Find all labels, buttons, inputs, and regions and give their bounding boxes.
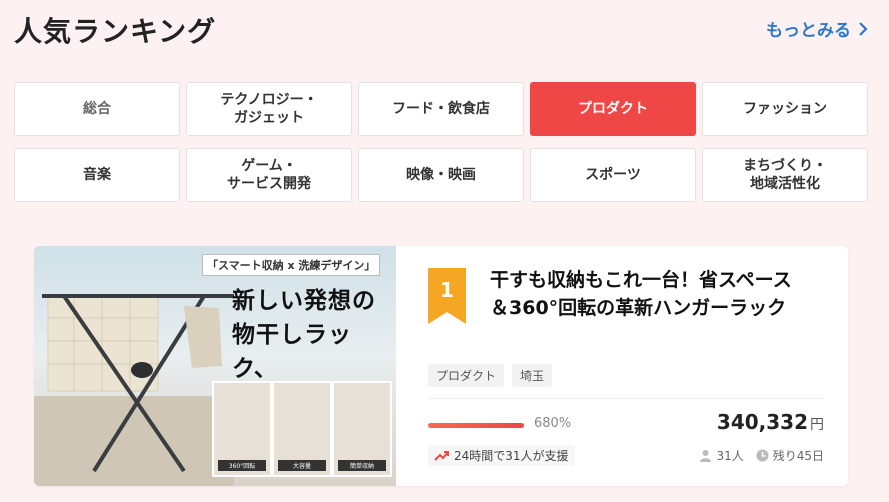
- amount-currency: 円: [810, 417, 824, 433]
- category-tab-overall[interactable]: 総合: [14, 82, 180, 136]
- clock-icon: [756, 449, 769, 462]
- divider: [428, 398, 824, 399]
- image-tagline: 「スマート収納 x 洗練デザイン」: [202, 254, 381, 276]
- tag-category[interactable]: プロダクト: [428, 364, 505, 387]
- funding-amount: 340,332 円: [717, 410, 824, 434]
- funding-percent: 680%: [534, 416, 572, 431]
- trending-text: 24時間で31人が支援: [454, 449, 569, 463]
- project-thumbnail[interactable]: 「スマート収納 x 洗練デザイン」 新しい発想の 物干しラック、 ついに登場！ …: [34, 246, 396, 486]
- category-tab-film[interactable]: 映像・映画: [358, 148, 524, 202]
- project-meta: 31人 残り45日: [699, 447, 824, 464]
- category-tab-music[interactable]: 音楽: [14, 148, 180, 202]
- trending-up-icon: [434, 450, 449, 461]
- see-more-label: もっとみる: [766, 21, 851, 41]
- feature-photo: 簡単収納: [332, 381, 392, 477]
- chevron-right-icon: [859, 21, 868, 36]
- rank-number: 1: [440, 278, 454, 302]
- feature-caption: 大容量: [278, 460, 326, 471]
- category-tab-community[interactable]: まちづくり・ 地域活性化: [702, 148, 868, 202]
- category-tab-sports[interactable]: スポーツ: [530, 148, 696, 202]
- category-grid: 総合 テクノロジー・ ガジェット フード・飲食店 プロダクト ファッション 音楽…: [14, 82, 869, 202]
- days-remaining-label: 残り45日: [772, 449, 824, 463]
- person-icon: [700, 450, 712, 462]
- feature-caption: 360°回転: [218, 460, 266, 471]
- category-tab-fashion[interactable]: ファッション: [702, 82, 868, 136]
- project-title[interactable]: 干すも収納もこれ一台！省スペース ＆360°回転の革新ハンガーラック: [490, 266, 824, 322]
- feature-photo: 360°回転: [212, 381, 272, 477]
- supporters-count: 31人: [699, 447, 744, 464]
- days-remaining: 残り45日: [756, 447, 824, 464]
- feature-photo: 大容量: [272, 381, 332, 477]
- trending-badge: 24時間で31人が支援: [428, 445, 575, 466]
- tag-location[interactable]: 埼玉: [512, 364, 553, 387]
- see-more-link[interactable]: もっとみる: [766, 16, 869, 41]
- category-tab-technology[interactable]: テクノロジー・ ガジェット: [186, 82, 352, 136]
- section-header: 人気ランキング もっとみる: [14, 10, 869, 48]
- project-info: 1 干すも収納もこれ一台！省スペース ＆360°回転の革新ハンガーラック プロダ…: [428, 246, 824, 486]
- project-card[interactable]: 「スマート収納 x 洗練デザイン」 新しい発想の 物干しラック、 ついに登場！ …: [34, 246, 848, 486]
- amount-value: 340,332: [716, 410, 808, 434]
- category-tab-food[interactable]: フード・飲食店: [358, 82, 524, 136]
- funding-progress-bar: [428, 423, 524, 428]
- feature-caption: 簡単収納: [338, 460, 386, 471]
- category-tab-games[interactable]: ゲーム・ サービス開発: [186, 148, 352, 202]
- rank-badge: 1: [428, 268, 466, 324]
- supporters-label: 31人: [716, 449, 744, 463]
- category-tab-product[interactable]: プロダクト: [530, 82, 696, 136]
- section-title: 人気ランキング: [14, 15, 217, 48]
- funding-progress-fill: [428, 423, 524, 428]
- project-tags: プロダクト 埼玉: [428, 364, 553, 387]
